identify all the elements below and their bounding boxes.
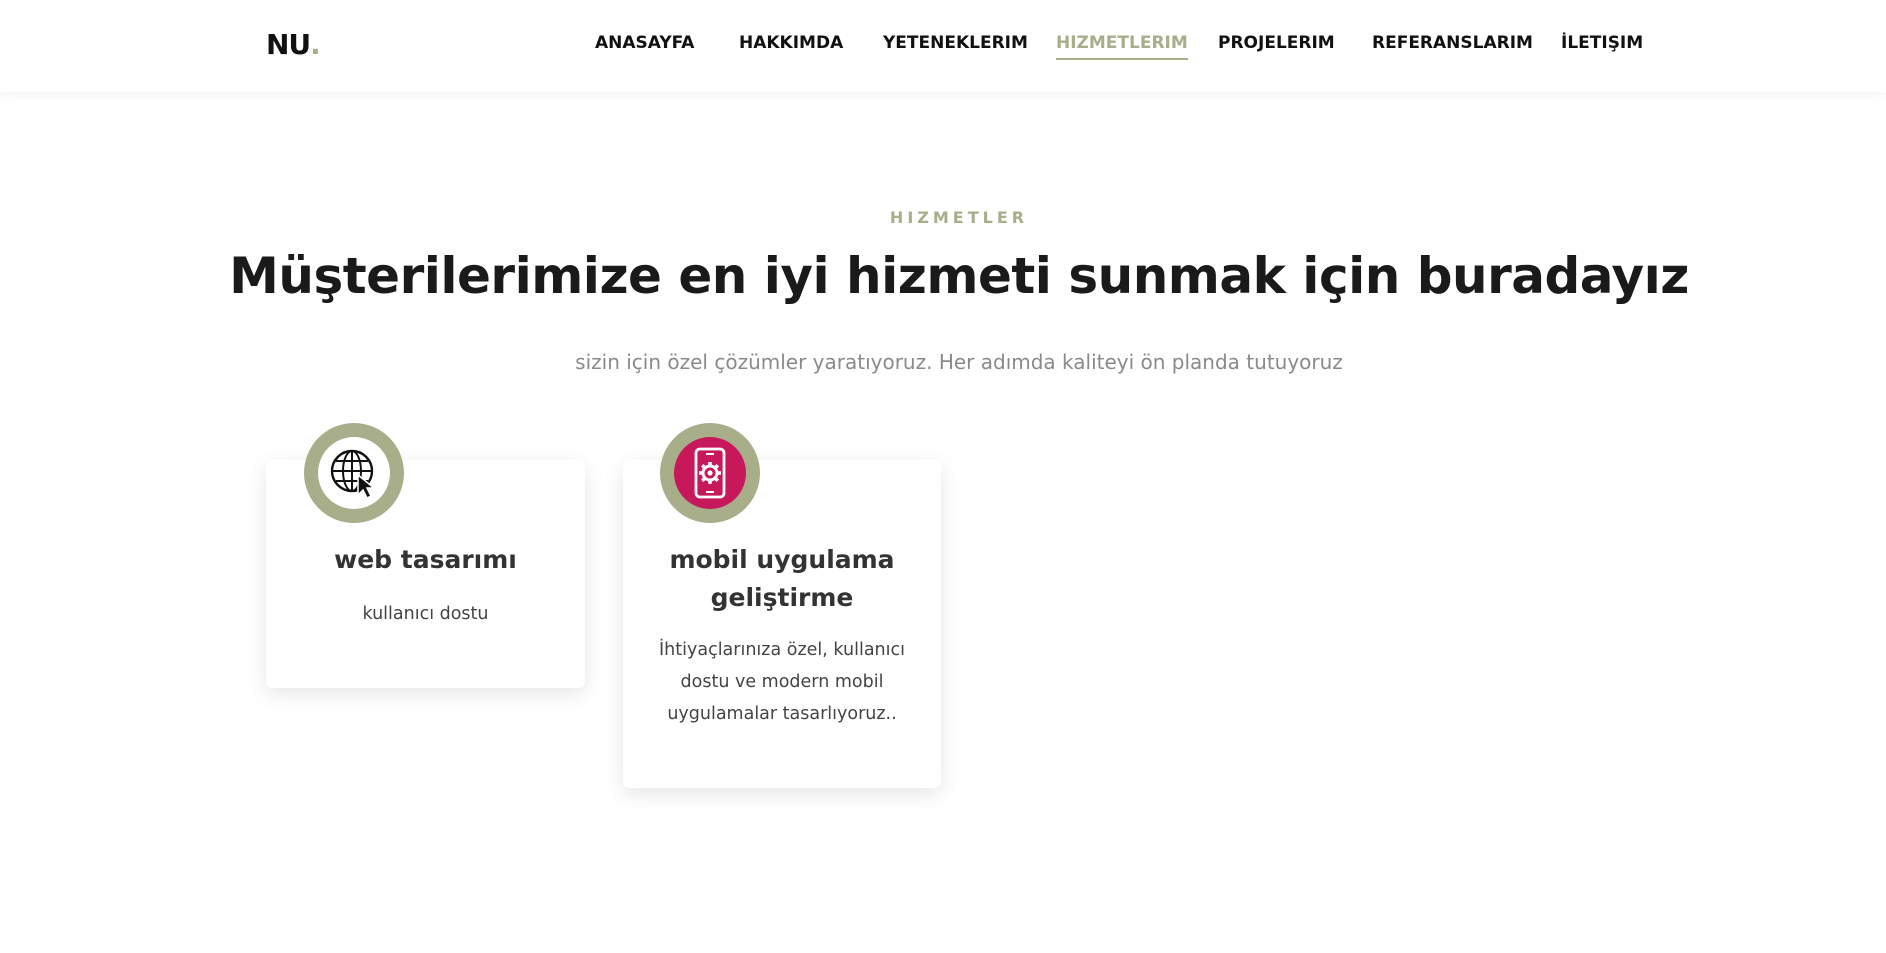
section-eyebrow: HIZMETLER — [889, 208, 1029, 227]
service-title: web tasarımı — [334, 545, 517, 574]
nav-item-hakkimda[interactable]: HAKKIMDA — [739, 32, 843, 54]
nav-item-yeteneklerim[interactable]: YETENEKLERIM — [883, 32, 1028, 54]
mobile-app-icon-ring — [660, 423, 760, 523]
section-headline: Müşterilerimize en iyi hizmeti sunmak iç… — [229, 247, 1689, 305]
site-logo[interactable]: NU. — [266, 28, 321, 62]
top-navbar: NU. ANASAYFA HAKKIMDA YETENEKLERIM HIZME… — [0, 0, 1886, 92]
mobile-gear-icon — [674, 437, 746, 509]
nav-item-anasayfa[interactable]: ANASAYFA — [595, 32, 694, 54]
nav-item-hizmetlerim[interactable]: HIZMETLERIM — [1056, 32, 1188, 60]
nav-item-projelerim[interactable]: PROJELERIM — [1218, 32, 1335, 54]
logo-dot: . — [310, 28, 321, 61]
nav-item-referanslarim[interactable]: REFERANSLARIM — [1372, 32, 1533, 54]
logo-text: NU — [266, 28, 311, 61]
web-design-icon-ring — [304, 423, 404, 523]
globe-cursor-icon — [318, 437, 390, 509]
service-title: mobil uygulama geliştirme — [669, 545, 895, 612]
service-card-mobile-app[interactable]: mobil uygulama geliştirme İhtiyaçlarınız… — [623, 460, 941, 788]
service-description: İhtiyaçlarınıza özel, kullanıcı dostu ve… — [659, 640, 905, 724]
section-subtitle: sizin için özel çözümler yaratıyoruz. He… — [575, 350, 1343, 374]
nav-item-iletisim[interactable]: İLETIŞIM — [1561, 32, 1643, 54]
service-description: kullanıcı dostu — [362, 604, 489, 624]
